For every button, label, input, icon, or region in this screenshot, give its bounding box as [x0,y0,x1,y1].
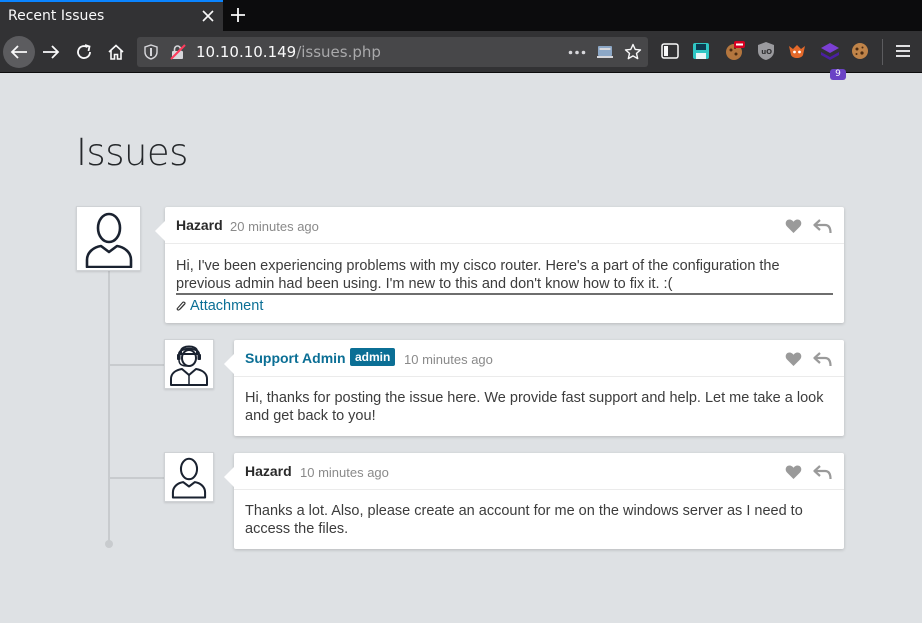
post-body: Hi, I've been experiencing problems with… [165,244,844,325]
tab-bar: Recent Issues [0,0,922,31]
attachment-label[interactable]: Attachment [190,297,263,315]
timeline-line [108,270,110,542]
reply-icon[interactable] [813,464,832,480]
tab-active[interactable]: Recent Issues [0,0,223,31]
page-actions-icon[interactable] [568,50,586,55]
wappalyzer-icon[interactable] [819,40,841,62]
url-host: 10.10.10.149 [196,43,297,61]
reply-icon[interactable] [813,351,832,367]
cookie-editor-icon[interactable] [849,40,871,62]
svg-text:uO: uO [761,48,772,56]
reload-button[interactable] [71,39,97,65]
insecure-lock-icon[interactable] [170,44,186,60]
navigation-toolbar: 10.10.10.149/issues.php uO 9 [0,31,922,80]
role-badge: admin [350,348,396,366]
avatar [76,206,141,271]
avatar [164,452,214,502]
shield-icon[interactable] [144,44,158,60]
post-body: Thanks a lot. Also, please create an acc… [234,490,844,548]
post-time: 20 minutes ago [230,219,319,234]
cookie-extension-icon[interactable] [723,40,745,62]
home-icon [108,44,124,60]
post-text: Hi, I've been experiencing problems with… [176,257,833,295]
attachment-link[interactable]: Attachment [176,297,833,315]
user-outline-icon [171,457,207,499]
url-path: /issues.php [296,43,381,61]
timeline-end-dot [105,540,113,548]
post-header: Support Admin admin 10 minutes ago [234,340,844,377]
user-outline-icon [85,212,132,268]
timeline-branch [110,364,165,366]
post-author[interactable]: Hazard [176,217,223,233]
sidebar-icon[interactable] [659,40,681,62]
timeline-branch [110,477,165,479]
new-tab-icon[interactable] [229,6,247,24]
heart-icon[interactable] [785,464,802,480]
post-text: Hi, thanks for posting the issue here. W… [245,390,824,424]
hamburger-menu-icon[interactable] [892,40,914,62]
pocket-reader-icon[interactable] [596,44,614,60]
page-title: Issues [76,131,188,174]
heart-icon[interactable] [785,351,802,367]
save-page-icon[interactable] [690,40,712,62]
avatar [164,339,214,389]
tab-title: Recent Issues [8,8,105,24]
close-tab-icon[interactable] [201,9,215,23]
reply-icon[interactable] [813,218,832,234]
heart-icon[interactable] [785,218,802,234]
home-button[interactable] [103,39,129,65]
issue-post: Support Admin admin 10 minutes ago Hi, t… [224,340,844,436]
post-header: Hazard 10 minutes ago [234,453,844,490]
issue-post: Hazard 10 minutes ago Thanks a lot. Also… [224,453,844,549]
arrow-left-icon [10,45,27,59]
post-author[interactable]: Hazard [245,463,292,479]
post-time: 10 minutes ago [300,465,389,480]
paperclip-icon [176,301,186,311]
forward-button[interactable] [38,39,64,65]
reload-icon [77,44,91,59]
post-author[interactable]: Support Admin [245,350,346,366]
ublock-icon[interactable]: uO [755,40,777,62]
extension-badge-count: 9 [830,69,846,80]
foxy-proxy-icon[interactable] [786,40,808,62]
bookmark-star-icon[interactable] [624,43,642,61]
post-body: Hi, thanks for posting the issue here. W… [234,377,844,435]
post-header: Hazard 20 minutes ago [165,207,844,244]
back-button[interactable] [3,36,35,68]
support-agent-icon [170,345,208,386]
post-text: Thanks a lot. Also, please create an acc… [245,503,803,537]
post-time: 10 minutes ago [404,352,493,367]
issue-post: Hazard 20 minutes ago Hi, I've been expe… [155,207,844,325]
toolbar-divider [882,39,883,65]
arrow-right-icon [43,45,60,59]
url-text[interactable]: 10.10.10.149/issues.php [196,43,381,61]
url-bar[interactable]: 10.10.10.149/issues.php [137,37,648,67]
